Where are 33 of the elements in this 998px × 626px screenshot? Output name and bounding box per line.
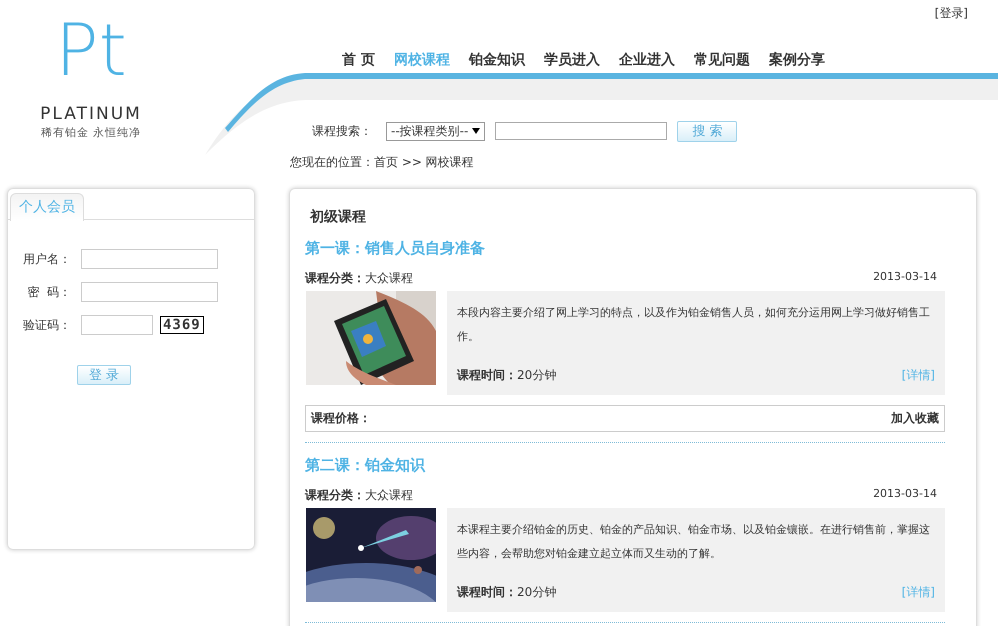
course-description: 本段内容主要介绍了网上学习的特点，以及作为铂金销售人员，如何充分运用网上学习做好销售工作。 bbox=[457, 305, 931, 345]
search-field[interactable] bbox=[495, 122, 668, 140]
captcha-field[interactable] bbox=[81, 315, 153, 335]
logo-mark: Pt bbox=[55, 10, 127, 90]
nav-link[interactable]: 案例分享 bbox=[768, 51, 825, 69]
login-link[interactable]: [登录] bbox=[934, 5, 968, 25]
username-field[interactable] bbox=[81, 249, 218, 269]
logo-name: PLATINUM bbox=[40, 104, 142, 124]
course-duration: 课程时间：20分钟 bbox=[457, 584, 556, 601]
course-category: 课程分类：大众课程 bbox=[305, 487, 413, 504]
course-category: 课程分类：大众课程 bbox=[305, 270, 413, 287]
nav-link[interactable]: 常见问题 bbox=[694, 51, 750, 69]
nav-link[interactable]: 企业进入 bbox=[618, 51, 675, 69]
captcha-label: 验证码： bbox=[22, 316, 71, 334]
captcha-image: 4369 bbox=[160, 316, 204, 334]
course-date: 2013-03-14 bbox=[873, 270, 937, 285]
logo-slogan: 稀有铂金 永恒纯净 bbox=[40, 125, 142, 140]
dropdown-arrow-icon bbox=[472, 128, 480, 134]
course-duration: 课程时间：20分钟 bbox=[457, 367, 556, 384]
section-title: 初级课程 bbox=[310, 208, 367, 226]
password-label: 密 码： bbox=[26, 284, 71, 300]
nav-link[interactable]: 铂金知识 bbox=[468, 51, 525, 69]
course-description: 本课程主要介绍铂金的历史、铂金的产品知识、铂金市场、以及铂金镶嵌。在进行销售前，掌握这些内容，会帮助您对铂金建立起立体而又生动的了解。 bbox=[457, 522, 931, 562]
nav-link[interactable]: 首 页 bbox=[342, 51, 375, 69]
search-label: 课程搜索： bbox=[312, 122, 372, 140]
add-favorite-link[interactable]: 加入收藏 bbox=[891, 410, 939, 427]
course-date: 2013-03-14 bbox=[873, 487, 937, 502]
nav-link[interactable]: 学员进入 bbox=[544, 51, 600, 69]
breadcrumb: 您现在的位置：首页 >> 网校课程 bbox=[290, 154, 475, 171]
category-dropdown[interactable]: --按课程类别-- bbox=[386, 122, 486, 140]
price-label: 课程价格： bbox=[311, 410, 371, 427]
password-field[interactable] bbox=[81, 282, 218, 302]
username-label: 用户名： bbox=[22, 250, 71, 268]
